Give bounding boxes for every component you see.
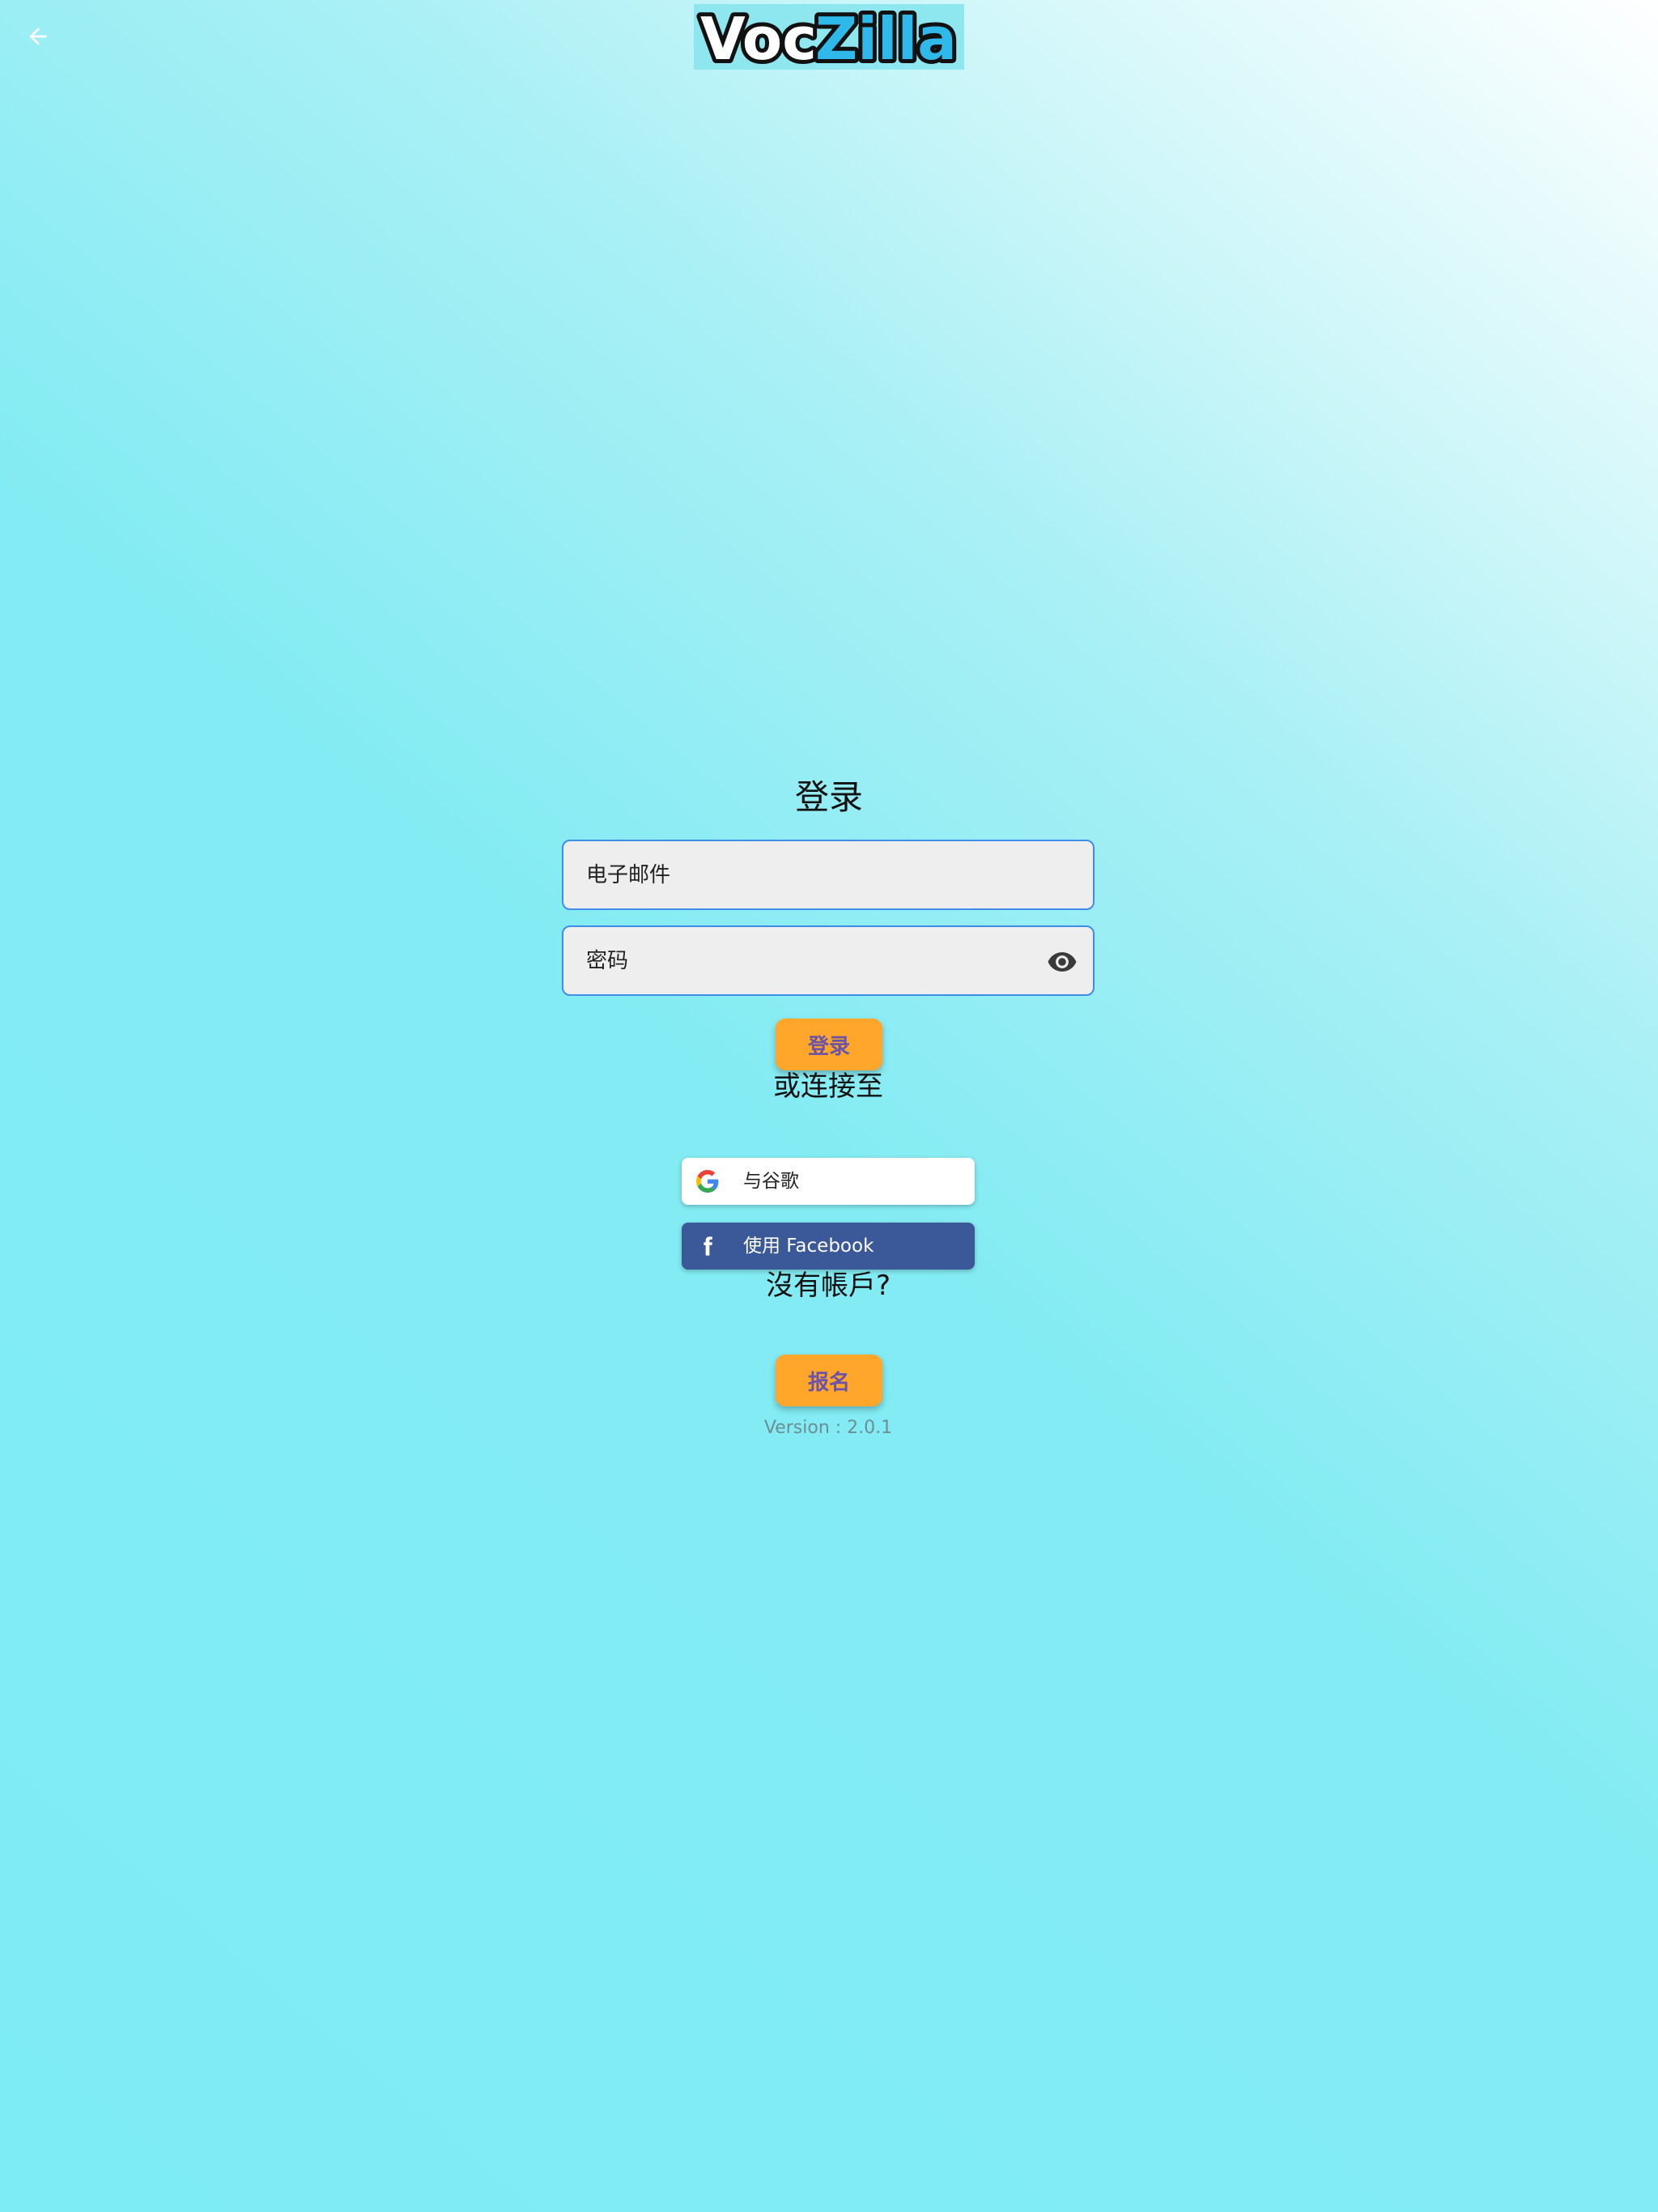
password-field[interactable] [562,925,1095,996]
back-button[interactable] [19,18,57,55]
google-g-icon [696,1170,719,1193]
email-field[interactable] [562,840,1095,910]
voczilla-logo: Voc Voc Zilla Zilla [694,4,964,70]
arrow-left-icon [29,28,47,45]
password-input[interactable] [563,927,1093,994]
or-connect-label: 或连接至 [773,1070,883,1103]
page-title: 登录 [794,777,863,817]
show-password-toggle[interactable] [1046,946,1078,978]
svg-text:Zilla: Zilla [815,5,957,70]
login-card: 登录 登录 或连接至 与谷歌 使用 Facebook 沒有帳戶? 报名 Vers… [562,769,1096,1438]
svg-text:Voc: Voc [700,5,817,70]
eye-icon [1048,952,1077,972]
no-account-label: 沒有帳戶? [765,1270,891,1302]
facebook-f-icon [704,1236,712,1256]
google-signin-label: 与谷歌 [743,1171,799,1192]
signup-button[interactable]: 报名 [776,1355,882,1406]
email-input[interactable] [563,841,1093,908]
google-signin-button[interactable]: 与谷歌 [682,1158,975,1205]
version-label: Version : 2.0.1 [763,1418,893,1438]
